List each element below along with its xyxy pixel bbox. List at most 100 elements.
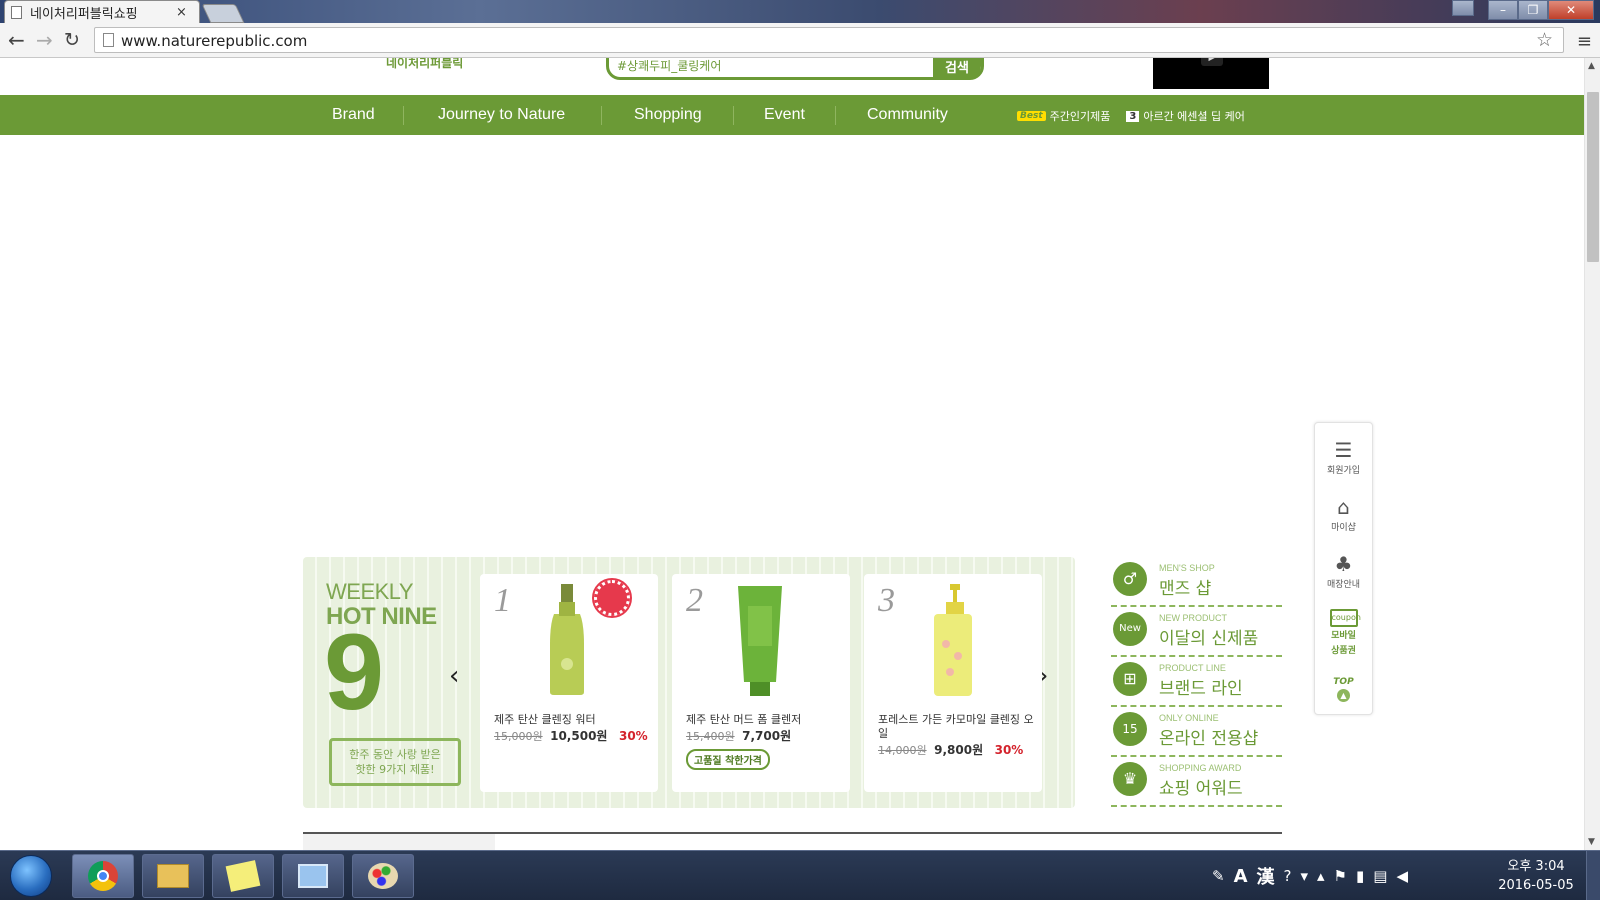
restore-button[interactable]: ❐ [1518, 0, 1548, 20]
product-tag: 고품질 착한가격 [686, 749, 770, 770]
quick-label: 상품권 [1331, 646, 1356, 656]
close-window-button[interactable]: ✕ [1548, 0, 1594, 20]
search-input[interactable] [617, 58, 917, 75]
new-icon: New [1113, 612, 1147, 646]
tab-close-button[interactable]: × [176, 5, 187, 20]
up-arrow-icon: ▲ [1337, 689, 1350, 702]
sale-price: 9,800원 [934, 743, 984, 757]
play-icon[interactable]: ▶ [1201, 58, 1223, 66]
original-price: 15,400원 [686, 730, 735, 743]
chrome-taskbar-button[interactable] [72, 854, 134, 898]
sale-price: 7,700원 [742, 729, 792, 743]
quick-label: 회원가입 [1326, 466, 1361, 476]
page-icon [103, 33, 114, 47]
url-text[interactable]: www.naturerepublic.com [121, 32, 307, 50]
device-icon[interactable]: ▮ [1356, 867, 1364, 885]
paint-taskbar-button[interactable] [352, 854, 414, 898]
clock-date: 2016-05-05 [1498, 878, 1574, 893]
remote-desktop-taskbar-button[interactable] [282, 854, 344, 898]
start-button[interactable] [10, 855, 52, 897]
browser-tab[interactable]: 네이처리퍼블릭쇼핑 × [4, 0, 200, 24]
system-clock[interactable]: 오후 3:04 2016-05-05 [1496, 857, 1576, 895]
nav-journey-to-nature[interactable]: Journey to Nature [438, 95, 565, 135]
carousel-prev-icon[interactable]: ‹ [449, 661, 459, 691]
forward-arrow-icon[interactable]: → [36, 30, 53, 50]
sale-price: 10,500원 [550, 729, 608, 743]
page-icon [11, 6, 22, 19]
category-label[interactable]: 브랜드 라인 [1159, 674, 1243, 699]
product-price-row: 15,000원 10,500원 30% [494, 727, 648, 744]
vertical-scrollbar[interactable]: ▲ ▼ [1584, 58, 1600, 850]
nav-brand[interactable]: Brand [332, 95, 375, 135]
scrollbar-thumb[interactable] [1587, 92, 1599, 262]
minimize-button[interactable]: – [1488, 0, 1518, 20]
nav-shopping[interactable]: Shopping [634, 95, 702, 135]
best-product-name[interactable]: 아르간 에센셜 딥 케어 [1143, 108, 1245, 124]
category-label[interactable]: 쇼핑 어워드 [1159, 774, 1243, 799]
help-icon[interactable]: ? [1284, 867, 1292, 885]
page-viewport: 네이처리퍼블릭 검색 ▶ Brand Journey to Nature Sho… [0, 58, 1584, 850]
network-icon[interactable]: ▤ [1373, 867, 1387, 885]
computer-icon [298, 864, 328, 888]
product-line-icon: ⊞ [1113, 662, 1147, 696]
nav-event[interactable]: Event [764, 95, 805, 135]
quick-label: 마이샵 [1331, 523, 1356, 533]
user-icon[interactable] [1452, 0, 1474, 16]
product-rank: 1 [494, 582, 511, 619]
system-tray: ✎ A 漢 ? ▾ ▴ ⚑ ▮ ▤ ◀ [1212, 863, 1408, 889]
hamburger-menu-icon[interactable]: ≡ [1577, 31, 1592, 52]
discount-rate: 30% [994, 743, 1024, 757]
category-shortcut-menu: ♂ MEN'S SHOP 맨즈 샵 New NEW PRODUCT 이달의 신제… [1111, 557, 1282, 807]
product-rank: 3 [878, 582, 895, 619]
category-only-online[interactable]: 15 ONLY ONLINE 온라인 전용샵 [1111, 707, 1282, 757]
bookmark-star-icon[interactable]: ☆ [1536, 29, 1553, 51]
ime-mode-a[interactable]: A [1234, 866, 1248, 887]
scroll-down-icon[interactable]: ▼ [1588, 837, 1595, 847]
category-product-line[interactable]: ⊞ PRODUCT LINE 브랜드 라인 [1111, 657, 1282, 707]
action-center-flag-icon[interactable]: ⚑ [1334, 867, 1347, 885]
quick-label: 모바일 [1331, 631, 1356, 641]
best-label: 주간인기제품 [1049, 110, 1111, 123]
chrome-icon [88, 861, 118, 891]
best-badge: Best [1017, 111, 1046, 121]
category-mens-shop[interactable]: ♂ MEN'S SHOP 맨즈 샵 [1111, 557, 1282, 607]
product-name[interactable]: 제주 탄산 클렌징 워터 [494, 713, 650, 727]
volume-muted-icon[interactable]: ◀ [1396, 867, 1408, 885]
best-product-ticker[interactable]: Best 주간인기제품 3 아르간 에센셜 딥 케어 [1017, 108, 1245, 124]
show-desktop-button[interactable] [1586, 851, 1600, 900]
category-label[interactable]: 이달의 신제품 [1159, 624, 1258, 649]
product-name[interactable]: 포레스트 가든 카모마일 클렌징 오일 [878, 713, 1034, 741]
reload-icon[interactable]: ↻ [64, 30, 80, 50]
nav-community[interactable]: Community [867, 95, 948, 135]
address-bar[interactable]: www.naturerepublic.com ☆ [94, 27, 1564, 53]
next-section-tab[interactable] [303, 834, 495, 850]
search-button[interactable]: 검색 [933, 58, 981, 80]
quick-top-button[interactable]: TOP ▲ [1315, 677, 1372, 702]
category-label[interactable]: 온라인 전용샵 [1159, 724, 1258, 749]
quick-mobile-coupon[interactable]: coupon 모바일 상품권 [1315, 609, 1372, 657]
product-card[interactable]: 2 제주 탄산 머드 폼 클렌저 15,400원 7,700원 고품질 착한가격 [672, 574, 850, 792]
category-label[interactable]: 맨즈 샵 [1159, 574, 1211, 599]
brand-name[interactable]: 네이처리퍼블릭 [386, 58, 463, 71]
product-card[interactable]: 3 포레스트 가든 카모마일 클렌징 오일 14,000원 9,800원 30% [864, 574, 1042, 792]
category-shopping-award[interactable]: ♛ SHOPPING AWARD 쇼핑 어워드 [1111, 757, 1282, 807]
back-arrow-icon[interactable]: ← [8, 30, 25, 50]
cleansing-water-bottle-image[interactable] [544, 584, 590, 696]
product-card[interactable]: 1 제주 탄산 클렌징 워터 15,000원 10,500원 30% [480, 574, 658, 792]
ime-mode-hanja[interactable]: 漢 [1257, 863, 1275, 889]
foam-cleanser-tube-image[interactable] [738, 586, 782, 698]
new-tab-button[interactable] [201, 4, 245, 23]
quick-signup[interactable]: ☰ 회원가입 [1315, 437, 1372, 476]
product-name[interactable]: 제주 탄산 머드 폼 클렌저 [686, 713, 842, 727]
scroll-up-icon[interactable]: ▲ [1588, 61, 1595, 71]
quick-store-guide[interactable]: ♣ 매장안내 [1315, 551, 1372, 590]
category-new-product[interactable]: New NEW PRODUCT 이달의 신제품 [1111, 607, 1282, 657]
ime-options-icon[interactable]: ▾ [1300, 867, 1308, 885]
language-bar-icon[interactable]: ✎ [1212, 867, 1225, 885]
quick-myshop[interactable]: ⌂ 마이샵 [1315, 494, 1372, 533]
video-thumbnail[interactable]: ▶ [1153, 58, 1269, 89]
tray-expand-icon[interactable]: ▴ [1317, 867, 1325, 885]
explorer-taskbar-button[interactable] [142, 854, 204, 898]
sticky-notes-taskbar-button[interactable] [212, 854, 274, 898]
cleansing-oil-bottle-image[interactable] [932, 584, 974, 698]
